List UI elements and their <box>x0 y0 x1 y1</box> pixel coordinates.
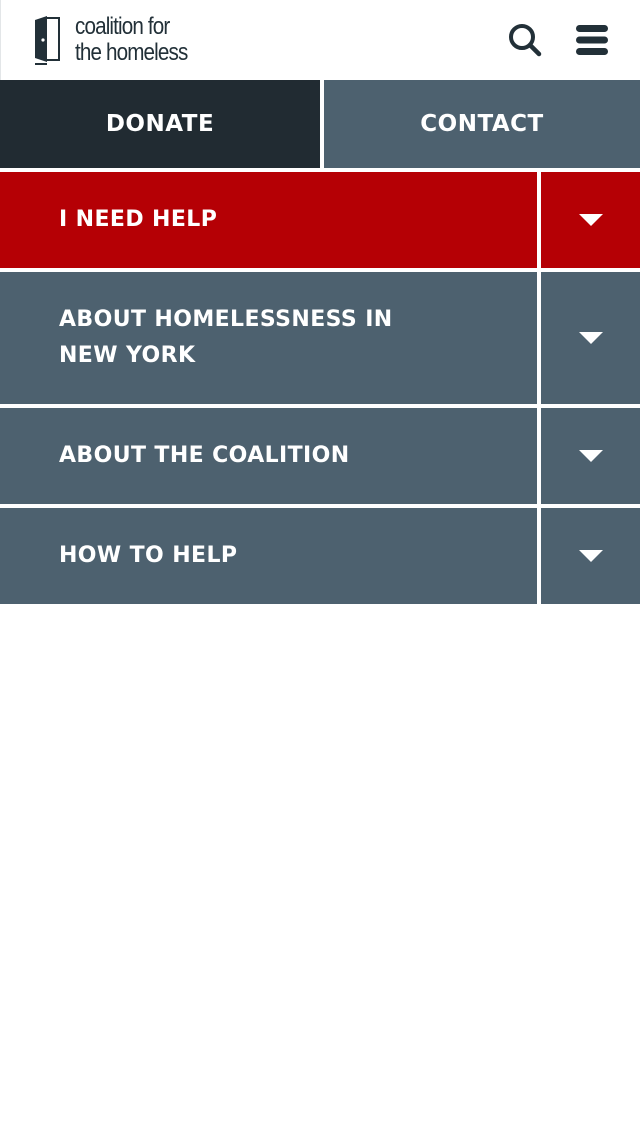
nav-link-about-coalition[interactable]: ABOUT THE COALITION <box>0 408 537 504</box>
nav-toggle-how-to-help[interactable] <box>541 508 640 604</box>
logo-line-2: the homeless <box>75 39 188 66</box>
contact-label: CONTACT <box>420 111 544 137</box>
nav-item-label: ABOUT THE COALITION <box>59 443 350 468</box>
site-logo[interactable]: coalition for the homeless <box>33 14 206 66</box>
caret-down-icon <box>578 550 603 562</box>
contact-button[interactable]: CONTACT <box>324 80 640 168</box>
nav-item-label: ABOUT HOMELESSNESS IN NEW YORK <box>59 307 393 368</box>
nav-item-label: HOW TO HELP <box>59 543 238 568</box>
main-nav: I NEED HELP ABOUT HOMELESSNESS IN NEW YO… <box>0 172 640 604</box>
search-icon <box>509 24 542 57</box>
nav-item-how-to-help: HOW TO HELP <box>0 508 640 604</box>
nav-toggle-i-need-help[interactable] <box>541 172 640 268</box>
menu-button[interactable] <box>570 18 614 62</box>
site-header: coalition for the homeless <box>0 0 640 80</box>
nav-item-label: I NEED HELP <box>59 207 218 232</box>
logo-line-1: coalition for <box>75 13 170 40</box>
search-button[interactable] <box>503 18 547 62</box>
caret-down-icon <box>578 450 603 462</box>
logo-wordmark: coalition for the homeless <box>75 13 188 66</box>
nav-item-i-need-help: I NEED HELP <box>0 172 640 268</box>
donate-button[interactable]: DONATE <box>0 80 320 168</box>
hamburger-menu-icon <box>576 25 608 55</box>
cta-row: DONATE CONTACT <box>0 80 640 168</box>
nav-link-how-to-help[interactable]: HOW TO HELP <box>0 508 537 604</box>
nav-link-i-need-help[interactable]: I NEED HELP <box>0 172 537 268</box>
nav-link-about-homelessness[interactable]: ABOUT HOMELESSNESS IN NEW YORK <box>0 272 537 404</box>
nav-toggle-about-coalition[interactable] <box>541 408 640 504</box>
nav-toggle-about-homelessness[interactable] <box>541 272 640 404</box>
caret-down-icon <box>578 214 603 226</box>
door-logo-icon <box>35 16 60 65</box>
nav-item-about-coalition: ABOUT THE COALITION <box>0 408 640 504</box>
nav-item-about-homelessness: ABOUT HOMELESSNESS IN NEW YORK <box>0 272 640 404</box>
donate-label: DONATE <box>105 111 215 137</box>
caret-down-icon <box>578 332 603 344</box>
